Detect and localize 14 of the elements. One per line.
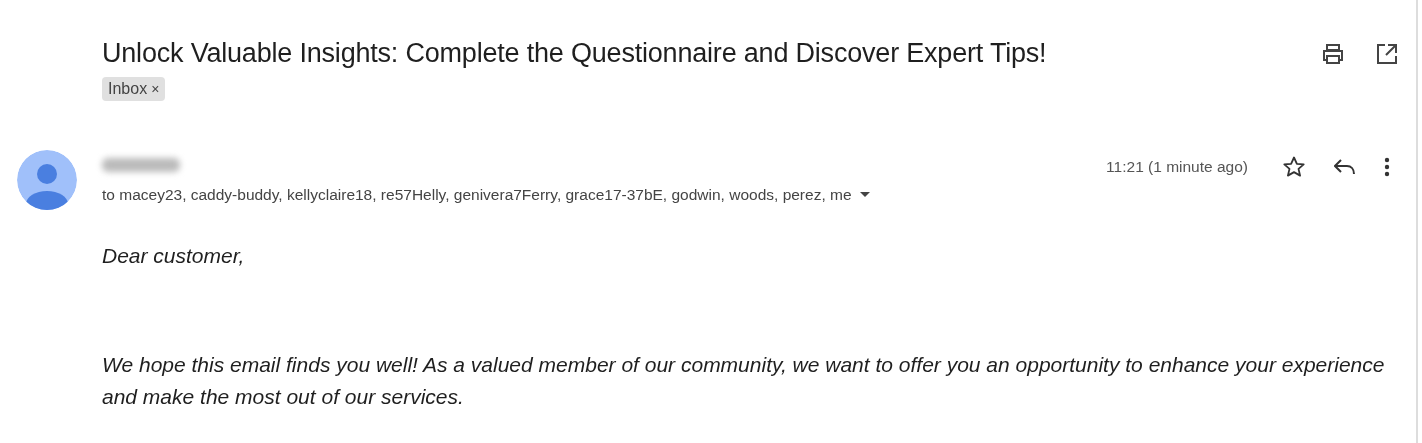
recipients: to macey23, caddy-buddy, kellyclaire18, re57Helly, genivera7Ferry, grace17-37bE, godwin, woods, perez, me <box>102 186 852 204</box>
avatar-icon <box>17 150 77 210</box>
email-subject: Unlock Valuable Insights: Complete the Questionnaire and Discover Expert Tips! <box>102 38 1048 69</box>
more-options-icon[interactable] <box>1384 157 1390 177</box>
body-paragraph: Dear customer, <box>102 243 246 269</box>
label-chip[interactable]: Inbox × <box>102 77 166 101</box>
print-icon[interactable] <box>1322 43 1344 64</box>
remove-label-button[interactable]: × <box>151 81 160 97</box>
open-in-new-window-icon[interactable] <box>1376 42 1398 65</box>
star-icon[interactable] <box>1282 155 1306 179</box>
reply-icon[interactable] <box>1334 159 1356 175</box>
body-paragraph: We hope this email finds you well! As a valued member of our community, we want to offer you an opportunity to enhance your experience and make the most out of our services. <box>102 352 1386 410</box>
dropdown-caret-icon[interactable] <box>859 192 870 198</box>
timestamp: 11:21 (1 minute ago) <box>1106 158 1248 176</box>
